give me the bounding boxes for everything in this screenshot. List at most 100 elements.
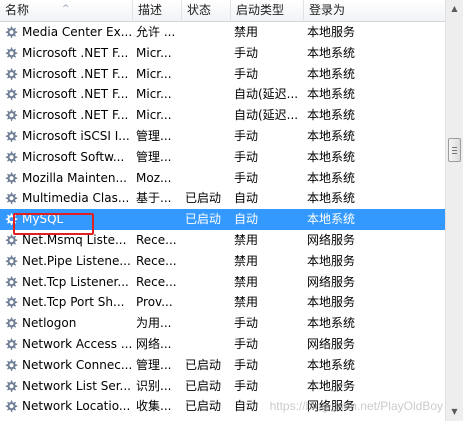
service-status — [185, 84, 231, 105]
service-status: 已启动 — [185, 378, 222, 393]
column-header-startup-type[interactable]: 启动类型 — [231, 0, 304, 21]
service-row[interactable]: Microsoft .NET F... Micr... 自动(延迟... 本地系统 — [0, 84, 445, 105]
service-status — [185, 313, 231, 334]
service-row[interactable]: Microsoft .NET F... Micr... 手动 本地系统 — [0, 43, 445, 64]
column-header-description-label: 描述 — [138, 3, 163, 17]
gear-icon — [4, 379, 19, 394]
service-status — [185, 105, 231, 126]
service-status — [185, 64, 231, 85]
gear-icon — [4, 67, 19, 82]
column-header-description[interactable]: 描述 — [133, 0, 182, 21]
service-row[interactable]: Net.Pipe Listene... Rece... 禁用 本地服务 — [0, 251, 445, 272]
service-startup-type: 手动 — [234, 66, 259, 81]
service-description: Rece... — [136, 253, 177, 268]
service-row[interactable]: Network List Ser... 识别... 已启动 手动 本地服务 — [0, 376, 445, 397]
service-row[interactable]: Network Access ... 网络... 手动 网络服务 — [0, 334, 445, 355]
sort-ascending-icon: ^ — [62, 4, 70, 14]
service-startup-type: 自动 — [234, 191, 259, 206]
gear-icon — [4, 129, 19, 144]
service-status — [185, 43, 231, 64]
service-description: 管理... — [136, 357, 172, 372]
service-logon-as: 本地系统 — [307, 108, 356, 123]
service-status — [185, 168, 231, 189]
scroll-up-icon[interactable]: ▲ — [447, 1, 462, 16]
service-row[interactable]: Net.Tcp Listener... Rece... 禁用 网络服务 — [0, 272, 445, 293]
service-row[interactable]: Microsoft .NET F... Micr... 手动 本地系统 — [0, 64, 445, 85]
gear-icon — [4, 337, 19, 352]
service-row[interactable]: Netlogon 为用... 手动 本地系统 — [0, 313, 445, 334]
service-startup-type: 手动 — [234, 128, 259, 143]
service-description: 允许 ... — [136, 25, 176, 39]
service-description: 识别... — [136, 378, 172, 393]
scrollbar-thumb[interactable] — [448, 138, 461, 162]
service-name: Network Connec... — [22, 357, 132, 372]
service-name: Net.Tcp Port Sh... — [22, 295, 125, 310]
gear-icon — [4, 87, 19, 102]
service-description — [136, 209, 182, 230]
service-name: Net.Pipe Listene... — [22, 253, 131, 268]
service-logon-as: 本地服务 — [307, 378, 356, 393]
service-logon-as: 本地系统 — [307, 87, 356, 102]
service-name: Network List Ser... — [22, 378, 131, 393]
service-logon-as: 本地服务 — [307, 253, 356, 268]
watermark: https://blog.csdn.net/PlayOldBoy — [269, 399, 443, 413]
service-logon-as: 本地系统 — [307, 212, 356, 227]
vertical-scrollbar[interactable]: ▲ ▼ — [445, 0, 463, 421]
service-row[interactable]: Microsoft .NET F... Micr... 自动(延迟... 本地系统 — [0, 105, 445, 126]
service-description: Moz... — [136, 170, 172, 185]
gear-icon — [4, 171, 19, 186]
service-startup-type: 禁用 — [234, 232, 259, 247]
service-logon-as: 本地系统 — [307, 170, 356, 185]
service-startup-type: 自动(延迟... — [234, 87, 299, 102]
service-status — [185, 292, 231, 313]
service-startup-type: 禁用 — [234, 253, 259, 268]
service-row[interactable]: Microsoft Softw... 管理... 手动 本地系统 — [0, 147, 445, 168]
service-description: Micr... — [136, 45, 172, 60]
column-header-name-label: 名称 — [5, 3, 30, 17]
scroll-down-icon[interactable]: ▼ — [447, 404, 462, 419]
service-startup-type: 手动 — [234, 336, 259, 351]
column-header-status[interactable]: 状态 — [182, 0, 231, 21]
service-description: Rece... — [136, 274, 177, 289]
thumb-grip-line — [452, 150, 457, 151]
service-status — [185, 230, 231, 251]
column-header-name[interactable]: 名称 ^ — [0, 0, 133, 21]
service-row[interactable]: Media Center Ex... 允许 ... 禁用 本地服务 — [0, 22, 445, 43]
service-name: Microsoft Softw... — [22, 149, 125, 164]
service-status: 已启动 — [185, 357, 222, 372]
column-header-logon-as[interactable]: 登录为 — [304, 0, 445, 21]
service-row[interactable]: Multimedia Clas... 基于... 已启动 自动 本地系统 — [0, 188, 445, 209]
service-logon-as: 本地系统 — [307, 66, 356, 81]
service-name: Network Access ... — [22, 336, 132, 351]
service-name: Microsoft iSCSI I... — [22, 128, 130, 143]
service-status — [185, 126, 231, 147]
service-row[interactable]: Mozilla Mainten... Moz... 手动 本地系统 — [0, 168, 445, 189]
service-startup-type: 手动 — [234, 378, 259, 393]
service-startup-type: 禁用 — [234, 295, 259, 310]
service-description: Micr... — [136, 108, 172, 123]
service-description: 收集... — [136, 399, 172, 414]
gear-icon — [4, 295, 19, 310]
service-name: Mozilla Mainten... — [22, 170, 127, 185]
column-header-logon-as-label: 登录为 — [309, 3, 346, 17]
service-logon-as: 本地系统 — [307, 45, 356, 60]
service-name: Net.Tcp Listener... — [22, 274, 129, 289]
mysql-highlight-box — [13, 213, 94, 235]
gear-icon — [4, 46, 19, 61]
service-name: Microsoft .NET F... — [22, 45, 129, 60]
service-name: Multimedia Clas... — [22, 191, 130, 206]
service-startup-type: 手动 — [234, 357, 259, 372]
column-header-bar: 名称 ^ 描述 状态 启动类型 登录为 — [0, 0, 445, 22]
service-description: 为用... — [136, 316, 172, 331]
service-row[interactable]: Net.Tcp Port Sh... Prov... 禁用 本地服务 — [0, 292, 445, 313]
service-description: 管理... — [136, 149, 172, 164]
service-description: Micr... — [136, 87, 172, 102]
service-startup-type: 禁用 — [234, 25, 259, 39]
service-logon-as: 本地系统 — [307, 316, 356, 331]
service-row[interactable]: Microsoft iSCSI I... 管理... 手动 本地系统 — [0, 126, 445, 147]
service-row[interactable]: Network Connec... 管理... 已启动 手动 本地系统 — [0, 355, 445, 376]
service-startup-type: 禁用 — [234, 274, 259, 289]
gear-icon — [4, 254, 19, 269]
service-logon-as: 本地服务 — [307, 295, 356, 310]
gear-icon — [4, 399, 19, 414]
